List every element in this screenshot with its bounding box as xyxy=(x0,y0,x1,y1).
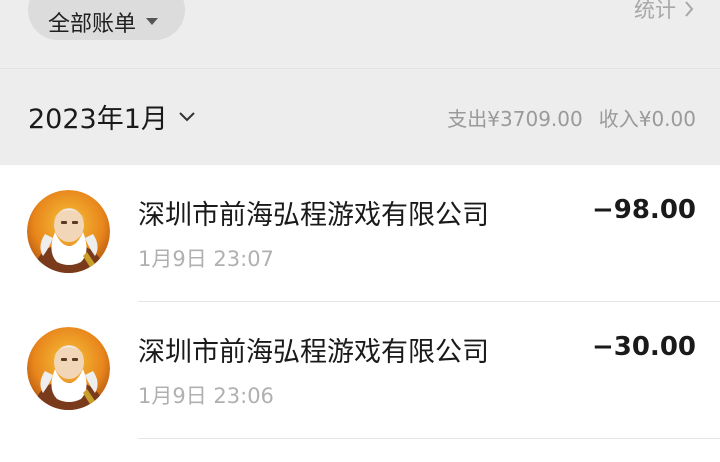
merchant-name: 深圳市前海弘程游戏有限公司 xyxy=(138,200,489,231)
month-label: 2023年1月 xyxy=(28,104,168,135)
bill-filter-label: 全部账单 xyxy=(48,11,137,37)
game-character-avatar-icon xyxy=(27,190,110,273)
transaction-list: 深圳市前海弘程游戏有限公司 1月9日 23:07 −98.00 深圳市前海弘程游… xyxy=(0,165,720,462)
merchant-avatar xyxy=(27,190,110,273)
merchant-avatar xyxy=(27,327,110,410)
transaction-amount: −30.00 xyxy=(591,332,696,362)
row-divider xyxy=(138,438,720,439)
chevron-right-icon xyxy=(685,1,694,17)
caret-down-icon xyxy=(146,18,159,25)
top-bar: 全部账单 统计 xyxy=(0,0,720,68)
expense-total: 支出¥3709.00 xyxy=(447,107,583,131)
transaction-time: 1月9日 23:06 xyxy=(138,384,274,408)
transaction-amount: −98.00 xyxy=(591,195,696,225)
statistics-link[interactable]: 统计 xyxy=(634,0,694,24)
transaction-time: 1月9日 23:07 xyxy=(138,247,274,271)
transaction-row[interactable]: 深圳市前海弘程游戏有限公司 1月9日 23:07 −98.00 xyxy=(0,165,720,302)
merchant-name: 深圳市前海弘程游戏有限公司 xyxy=(138,337,489,368)
statistics-label: 统计 xyxy=(634,0,676,22)
income-total: 收入¥0.00 xyxy=(598,107,696,131)
month-summary: 支出¥3709.00 收入¥0.00 xyxy=(447,103,696,132)
transaction-row[interactable]: 深圳市前海弘程游戏有限公司 1月9日 23:06 −30.00 xyxy=(0,302,720,439)
month-selector[interactable]: 2023年1月 xyxy=(28,97,196,136)
month-header: 2023年1月 支出¥3709.00 收入¥0.00 xyxy=(0,69,720,165)
game-character-avatar-icon xyxy=(27,327,110,410)
bill-filter-button[interactable]: 全部账单 xyxy=(28,0,185,40)
chevron-down-icon xyxy=(179,111,195,121)
